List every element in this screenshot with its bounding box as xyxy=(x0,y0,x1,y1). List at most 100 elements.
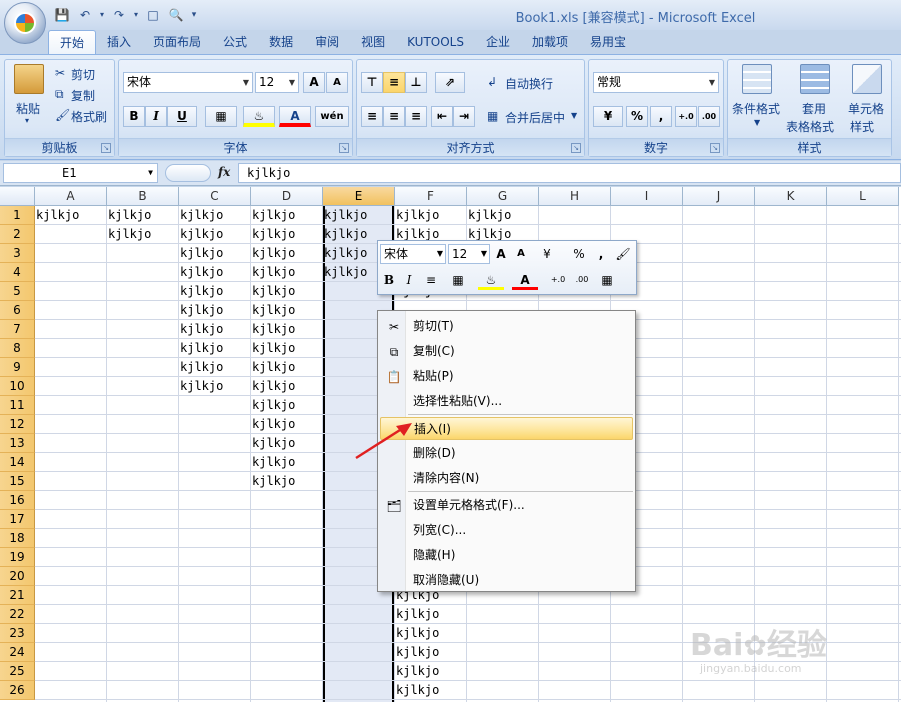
row-header[interactable]: 11 xyxy=(0,396,35,415)
alignment-launcher-icon[interactable]: ↘ xyxy=(571,143,581,153)
table-cell[interactable]: kjlkjo xyxy=(323,263,367,282)
format-painter-icon[interactable]: 🖌 xyxy=(55,108,70,122)
mini-merge-button[interactable]: ▦ xyxy=(596,270,618,290)
table-cell[interactable]: kjlkjo xyxy=(323,244,367,263)
row-header[interactable]: 4 xyxy=(0,263,35,282)
align-middle-button[interactable]: ≡ xyxy=(383,72,405,93)
comma-button[interactable]: , xyxy=(650,106,672,127)
table-format-button-line1[interactable]: 套用 xyxy=(802,100,826,117)
table-cell[interactable]: kjlkjo xyxy=(323,225,367,244)
tab-review[interactable]: 审阅 xyxy=(304,30,350,54)
row-header[interactable]: 14 xyxy=(0,453,35,472)
context-menu-item[interactable]: 清除内容(N) xyxy=(380,467,633,490)
table-cell[interactable]: kjlkjo xyxy=(107,206,151,225)
table-cell[interactable]: kjlkjo xyxy=(395,206,439,225)
mini-grow-font-button[interactable]: A xyxy=(492,244,510,264)
row-header[interactable]: 19 xyxy=(0,548,35,567)
table-cell[interactable]: kjlkjo xyxy=(251,282,295,301)
tab-kutools[interactable]: KUTOOLS xyxy=(396,30,475,54)
row-header[interactable]: 7 xyxy=(0,320,35,339)
merge-dropdown-icon[interactable]: ▼ xyxy=(571,111,577,120)
fill-color-button[interactable]: ♨ xyxy=(243,106,275,127)
context-menu-item[interactable]: 插入(I) xyxy=(380,417,633,440)
mini-increase-decimal-button[interactable]: +.0 xyxy=(548,270,568,290)
mini-comma-button[interactable]: , xyxy=(592,244,610,264)
row-header[interactable]: 10 xyxy=(0,377,35,396)
table-cell[interactable]: kjlkjo xyxy=(251,453,295,472)
merge-center-icon[interactable]: ▦ xyxy=(487,109,498,123)
tab-yiyongbao[interactable]: 易用宝 xyxy=(579,30,637,54)
number-format-combo[interactable]: 常规 ▼ xyxy=(593,72,719,93)
table-cell[interactable]: kjlkjo xyxy=(179,263,223,282)
row-header[interactable]: 13 xyxy=(0,434,35,453)
row-header[interactable]: 1 xyxy=(0,206,35,225)
copy-button[interactable]: 复制 xyxy=(71,87,95,104)
mini-fill-color-button[interactable]: ♨ xyxy=(478,270,504,290)
table-cell[interactable]: kjlkjo xyxy=(251,301,295,320)
context-menu-item[interactable]: 列宽(C)... xyxy=(380,519,633,542)
wrap-text-button[interactable]: 自动换行 xyxy=(505,75,553,92)
row-header[interactable]: 23 xyxy=(0,624,35,643)
tab-view[interactable]: 视图 xyxy=(350,30,396,54)
decrease-decimal-button[interactable]: .00 xyxy=(698,106,720,127)
table-cell[interactable]: kjlkjo xyxy=(179,339,223,358)
table-cell[interactable]: kjlkjo xyxy=(179,206,223,225)
context-menu-item[interactable]: 删除(D) xyxy=(380,442,633,465)
row-header[interactable]: 26 xyxy=(0,681,35,700)
bold-button[interactable]: B xyxy=(123,106,145,127)
clipboard-launcher-icon[interactable]: ↘ xyxy=(101,143,111,153)
column-header-b[interactable]: B xyxy=(107,187,179,206)
row-header[interactable]: 18 xyxy=(0,529,35,548)
paste-button[interactable]: 粘贴 xyxy=(16,100,40,117)
row-header[interactable]: 20 xyxy=(0,567,35,586)
mini-shrink-font-button[interactable]: A xyxy=(512,244,530,264)
align-center-button[interactable]: ≡ xyxy=(383,106,405,127)
percent-button[interactable]: % xyxy=(626,106,648,127)
table-cell[interactable]: kjlkjo xyxy=(251,263,295,282)
table-cell[interactable]: kjlkjo xyxy=(395,662,439,681)
table-cell[interactable]: kjlkjo xyxy=(251,434,295,453)
table-cell[interactable]: kjlkjo xyxy=(251,415,295,434)
tab-data[interactable]: 数据 xyxy=(258,30,304,54)
table-format-button-line2[interactable]: 表格格式 xyxy=(786,118,834,135)
align-top-button[interactable]: ⊤ xyxy=(361,72,383,93)
conditional-format-dropdown-icon[interactable]: ▼ xyxy=(754,118,760,127)
font-name-combo[interactable]: 宋体 ▼ xyxy=(123,72,253,93)
phonetic-button[interactable]: wén xyxy=(315,106,349,127)
column-header-j[interactable]: J xyxy=(683,187,755,206)
tab-enterprise[interactable]: 企业 xyxy=(475,30,521,54)
table-format-icon[interactable] xyxy=(800,64,830,94)
table-cell[interactable]: kjlkjo xyxy=(107,225,151,244)
table-cell[interactable]: kjlkjo xyxy=(179,377,223,396)
table-cell[interactable]: kjlkjo xyxy=(35,206,79,225)
number-launcher-icon[interactable]: ↘ xyxy=(710,143,720,153)
row-header[interactable]: 22 xyxy=(0,605,35,624)
context-menu-item[interactable]: 🗂 设置单元格格式(F)... xyxy=(380,494,633,517)
mini-format-painter-icon[interactable]: 🖌 xyxy=(614,244,632,264)
table-cell[interactable]: kjlkjo xyxy=(179,320,223,339)
table-cell[interactable]: kjlkjo xyxy=(179,225,223,244)
align-right-button[interactable]: ≡ xyxy=(405,106,427,127)
row-header[interactable]: 6 xyxy=(0,301,35,320)
table-cell[interactable]: kjlkjo xyxy=(251,206,295,225)
row-header[interactable]: 12 xyxy=(0,415,35,434)
mini-font-combo[interactable]: 宋体 ▼ xyxy=(380,244,446,264)
column-header-c[interactable]: C xyxy=(179,187,251,206)
copy-icon[interactable]: ⧉ xyxy=(55,87,64,102)
row-header[interactable]: 21 xyxy=(0,586,35,605)
table-cell[interactable]: kjlkjo xyxy=(251,377,295,396)
italic-button[interactable]: I xyxy=(145,106,167,127)
mini-decrease-decimal-button[interactable]: .00 xyxy=(572,270,592,290)
paste-icon[interactable] xyxy=(14,64,44,94)
table-cell[interactable]: kjlkjo xyxy=(395,624,439,643)
format-painter-button[interactable]: 格式刷 xyxy=(71,108,107,125)
wrap-text-icon[interactable]: ↲ xyxy=(487,75,497,89)
orientation-button[interactable]: ⇗ xyxy=(435,72,465,93)
border-button[interactable]: ▦ xyxy=(205,106,237,127)
mini-bold-button[interactable]: B xyxy=(380,270,398,290)
cell-styles-button-line1[interactable]: 单元格 xyxy=(848,100,884,117)
table-cell[interactable]: kjlkjo xyxy=(251,244,295,263)
cell-styles-button-line2[interactable]: 样式 xyxy=(850,118,874,135)
row-header[interactable]: 5 xyxy=(0,282,35,301)
conditional-format-icon[interactable] xyxy=(742,64,772,94)
